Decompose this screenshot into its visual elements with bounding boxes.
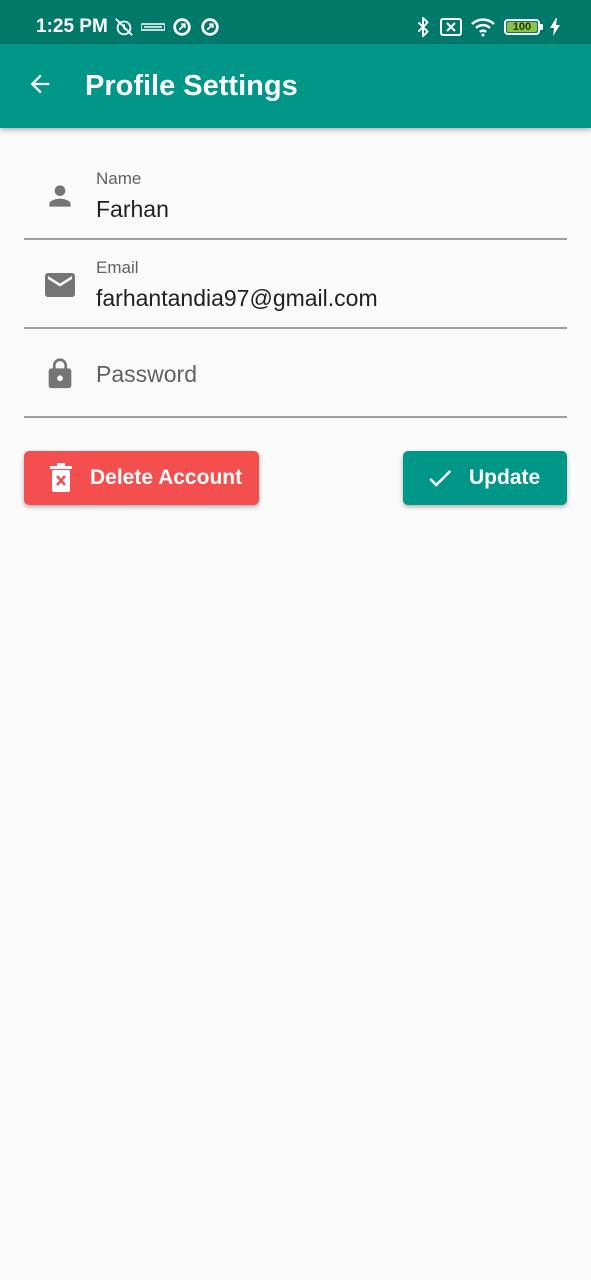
email-field[interactable]: Email farhantandia97@gmail.com	[24, 241, 567, 329]
trash-icon	[46, 462, 76, 494]
status-right-icons: 100	[415, 15, 561, 39]
update-label: Update	[469, 466, 541, 489]
bluetooth-icon	[415, 16, 431, 38]
name-field[interactable]: Name Farhan	[24, 152, 567, 240]
name-label: Name	[96, 169, 142, 188]
wifi-icon	[471, 17, 495, 37]
lock-icon	[42, 356, 78, 392]
back-button[interactable]	[16, 62, 64, 110]
app-bar: Profile Settings	[0, 44, 591, 128]
email-value[interactable]: farhantandia97@gmail.com	[96, 284, 378, 312]
arrow-back-icon	[26, 70, 54, 103]
delete-account-label: Delete Account	[90, 466, 243, 489]
check-icon	[425, 463, 455, 493]
hd-voice-icon	[141, 21, 165, 33]
delete-account-button[interactable]: Delete Account	[24, 451, 259, 505]
status-time: 1:25 PM	[36, 16, 108, 37]
alarm-off-icon	[113, 16, 135, 38]
data-saver-icon	[171, 16, 193, 38]
email-label: Email	[96, 258, 139, 277]
person-icon	[42, 178, 78, 214]
password-field[interactable]: Password	[24, 330, 567, 418]
status-left-icons	[113, 15, 221, 39]
battery-icon: 100	[504, 19, 543, 35]
password-placeholder[interactable]: Password	[96, 360, 197, 388]
status-bar: 1:25 PM 100	[0, 0, 591, 44]
charging-icon	[549, 18, 561, 36]
data-saver-icon	[199, 16, 221, 38]
update-button[interactable]: Update	[403, 451, 567, 505]
battery-level: 100	[512, 21, 532, 33]
page-title: Profile Settings	[85, 70, 298, 102]
name-value[interactable]: Farhan	[96, 195, 169, 223]
sim-off-icon	[440, 18, 462, 36]
mail-icon	[42, 267, 78, 303]
